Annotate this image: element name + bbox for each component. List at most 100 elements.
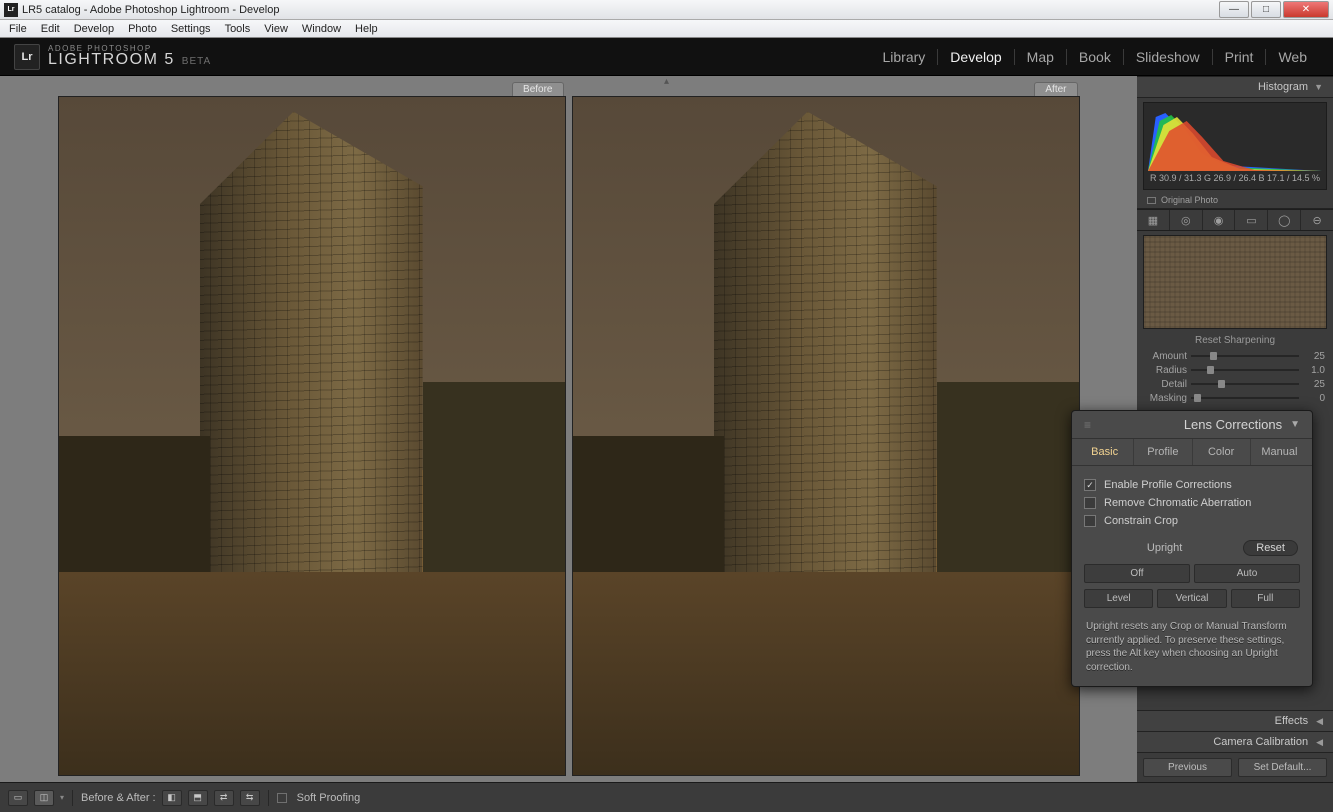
- drag-handle-icon[interactable]: ≡: [1084, 418, 1092, 432]
- original-photo-toggle[interactable]: Original Photo: [1137, 192, 1333, 209]
- lens-tab-profile[interactable]: Profile: [1134, 439, 1192, 465]
- histogram-readout: R 30.9 / 31.3 G 26.9 / 26.4 B 17.1 / 14.…: [1148, 173, 1322, 183]
- soft-proofing-checkbox[interactable]: [277, 793, 287, 803]
- before-after-label: Before & After :: [81, 792, 156, 804]
- slider-label: Radius: [1145, 365, 1187, 376]
- crop-tool-icon[interactable]: ▦: [1137, 210, 1170, 230]
- upright-vertical-button[interactable]: Vertical: [1157, 589, 1226, 608]
- lens-corrections-header[interactable]: ≡ Lens Corrections ▼: [1072, 411, 1312, 439]
- enable-profile-corrections-row[interactable]: Enable Profile Corrections: [1084, 476, 1300, 494]
- sharpen-slider-detail[interactable]: Detail 25: [1145, 377, 1325, 391]
- ba-mode-tb-icon[interactable]: ⬒: [188, 790, 208, 806]
- square-icon: [1147, 197, 1156, 204]
- lens-corrections-title: Lens Corrections: [1184, 417, 1282, 432]
- menu-photo[interactable]: Photo: [121, 22, 164, 36]
- module-book[interactable]: Book: [1067, 49, 1124, 65]
- module-map[interactable]: Map: [1015, 49, 1067, 65]
- constrain-crop-label: Constrain Crop: [1104, 515, 1178, 527]
- constrain-crop-row[interactable]: Constrain Crop: [1084, 512, 1300, 530]
- upright-auto-button[interactable]: Auto: [1194, 564, 1300, 583]
- close-button[interactable]: ✕: [1283, 1, 1329, 18]
- chevron-left-icon: ◀: [1316, 716, 1323, 727]
- menu-settings[interactable]: Settings: [164, 22, 218, 36]
- module-print[interactable]: Print: [1213, 49, 1267, 65]
- upright-level-button[interactable]: Level: [1084, 589, 1153, 608]
- beta-tag: BETA: [182, 56, 211, 67]
- upright-off-button[interactable]: Off: [1084, 564, 1190, 583]
- readout-blue: B 17.1 / 14.5: [1258, 173, 1309, 183]
- top-panel-grip-icon[interactable]: ▴: [664, 76, 669, 87]
- set-default-button[interactable]: Set Default...: [1238, 758, 1327, 777]
- menu-view[interactable]: View: [257, 22, 295, 36]
- chevron-down-icon: ▼: [1314, 82, 1323, 92]
- slider-track[interactable]: [1191, 397, 1299, 399]
- slider-thumb-icon[interactable]: [1210, 352, 1217, 360]
- menu-window[interactable]: Window: [295, 22, 348, 36]
- checkbox-enable-profile[interactable]: [1084, 479, 1096, 491]
- previous-button[interactable]: Previous: [1143, 758, 1232, 777]
- sharpen-slider-radius[interactable]: Radius 1.0: [1145, 363, 1325, 377]
- menu-edit[interactable]: Edit: [34, 22, 67, 36]
- camera-calibration-panel-header[interactable]: Camera Calibration◀: [1137, 731, 1333, 752]
- product-title: LIGHTROOM 5: [48, 51, 175, 68]
- after-image[interactable]: [572, 96, 1080, 776]
- lightroom-logo-icon: Lr: [14, 44, 40, 70]
- brush-tool-icon[interactable]: ⊖: [1301, 210, 1333, 230]
- redeye-tool-icon[interactable]: ◉: [1203, 210, 1236, 230]
- histogram-panel-header[interactable]: Histogram ▼: [1137, 76, 1333, 98]
- ba-copy-icon[interactable]: ⇆: [240, 790, 260, 806]
- sharpen-slider-amount[interactable]: Amount 25: [1145, 349, 1325, 363]
- menubar: File Edit Develop Photo Settings Tools V…: [0, 20, 1333, 38]
- slider-thumb-icon[interactable]: [1207, 366, 1214, 374]
- slider-track[interactable]: [1191, 383, 1299, 385]
- lens-corrections-popover: ≡ Lens Corrections ▼ Basic Profile Color…: [1071, 410, 1313, 687]
- lens-tab-manual[interactable]: Manual: [1251, 439, 1308, 465]
- loupe-view-icon[interactable]: ▭: [8, 790, 28, 806]
- histogram-display[interactable]: R 30.9 / 31.3 G 26.9 / 26.4 B 17.1 / 14.…: [1143, 102, 1327, 190]
- menu-develop[interactable]: Develop: [67, 22, 121, 36]
- lens-tab-color[interactable]: Color: [1193, 439, 1251, 465]
- before-pane: Before: [58, 82, 566, 776]
- slider-track[interactable]: [1191, 369, 1299, 371]
- module-web[interactable]: Web: [1266, 49, 1319, 65]
- spot-tool-icon[interactable]: ◎: [1170, 210, 1203, 230]
- module-slideshow[interactable]: Slideshow: [1124, 49, 1213, 65]
- slider-track[interactable]: [1191, 355, 1299, 357]
- dropdown-icon[interactable]: ▾: [60, 793, 64, 802]
- soft-proofing-label: Soft Proofing: [297, 792, 361, 804]
- module-library[interactable]: Library: [871, 49, 939, 65]
- menu-help[interactable]: Help: [348, 22, 385, 36]
- upright-reset-button[interactable]: Reset: [1243, 540, 1298, 556]
- checkbox-remove-chroma[interactable]: [1084, 497, 1096, 509]
- window-title: LR5 catalog - Adobe Photoshop Lightroom …: [22, 4, 1217, 16]
- slider-thumb-icon[interactable]: [1218, 380, 1225, 388]
- effects-panel-header[interactable]: Effects◀: [1137, 710, 1333, 731]
- ba-swap-icon[interactable]: ⇄: [214, 790, 234, 806]
- remove-chroma-label: Remove Chromatic Aberration: [1104, 497, 1251, 509]
- detail-preview[interactable]: [1143, 235, 1327, 329]
- maximize-button[interactable]: □: [1251, 1, 1281, 18]
- module-develop[interactable]: Develop: [938, 49, 1014, 65]
- menu-file[interactable]: File: [2, 22, 34, 36]
- sharpen-slider-masking[interactable]: Masking 0: [1145, 391, 1325, 405]
- menu-tools[interactable]: Tools: [218, 22, 258, 36]
- sharpening-title: Reset Sharpening: [1145, 335, 1325, 346]
- app-icon: Lr: [4, 3, 18, 17]
- grad-tool-icon[interactable]: ▭: [1235, 210, 1268, 230]
- slider-label: Detail: [1145, 379, 1187, 390]
- upright-full-button[interactable]: Full: [1231, 589, 1300, 608]
- before-image[interactable]: [58, 96, 566, 776]
- lens-tab-basic[interactable]: Basic: [1076, 439, 1134, 465]
- remove-chromatic-aberration-row[interactable]: Remove Chromatic Aberration: [1084, 494, 1300, 512]
- readout-pct: %: [1312, 173, 1320, 183]
- minimize-button[interactable]: —: [1219, 1, 1249, 18]
- window-titlebar: Lr LR5 catalog - Adobe Photoshop Lightro…: [0, 0, 1333, 20]
- ba-mode-lr-icon[interactable]: ◧: [162, 790, 182, 806]
- checkbox-constrain-crop[interactable]: [1084, 515, 1096, 527]
- radial-tool-icon[interactable]: ◯: [1268, 210, 1301, 230]
- tool-strip: ▦ ◎ ◉ ▭ ◯ ⊖: [1137, 209, 1333, 231]
- histogram-title: Histogram: [1258, 81, 1308, 93]
- before-after-view-icon[interactable]: ◫: [34, 790, 54, 806]
- slider-thumb-icon[interactable]: [1194, 394, 1201, 402]
- slider-label: Amount: [1145, 351, 1187, 362]
